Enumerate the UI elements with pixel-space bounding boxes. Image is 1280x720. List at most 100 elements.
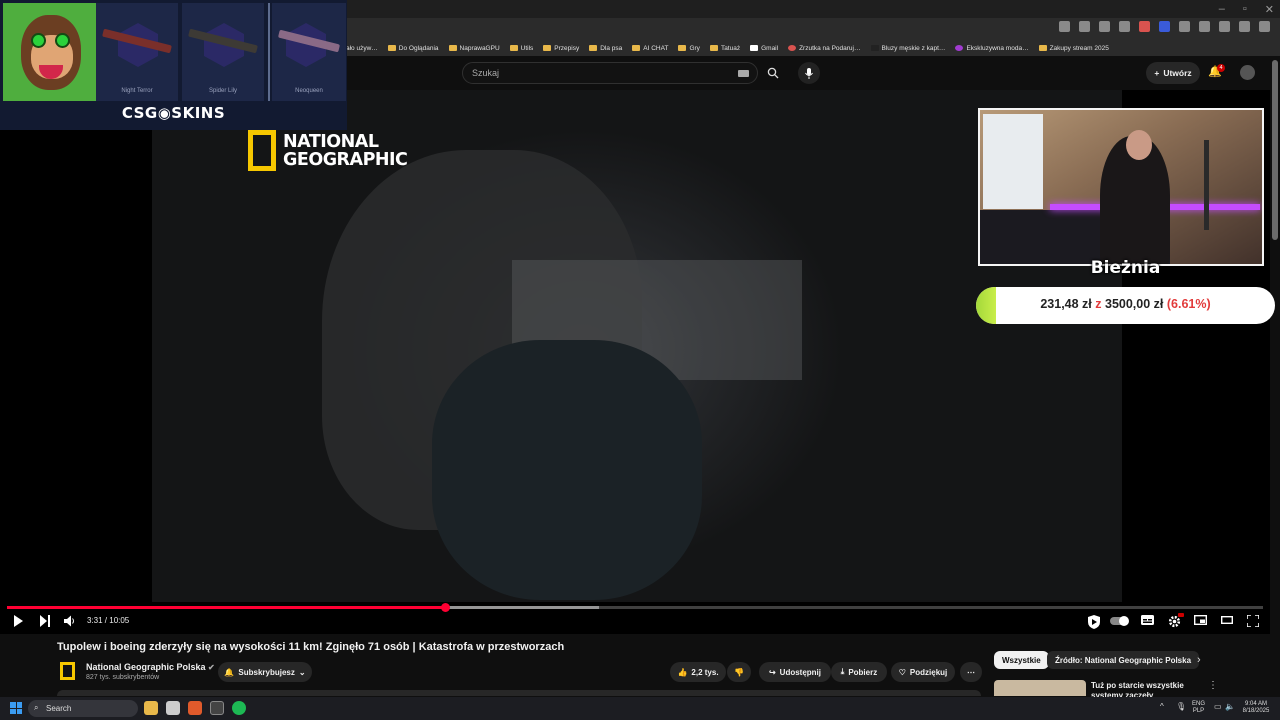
download-button[interactable]: ⤓ Pobierz xyxy=(831,662,887,682)
skin-card: Neoqueen xyxy=(272,3,346,101)
csgoskins-overlay: Night Terror Spider Lily Neoqueen CSG◉SK… xyxy=(0,0,347,130)
folder-icon xyxy=(543,45,552,51)
like-count: 2,2 tys. xyxy=(691,667,719,677)
bookmark-item[interactable]: Przepisy xyxy=(543,45,579,52)
bookmark-label: Zakupy stream 2025 xyxy=(1049,44,1109,52)
brave-browser-icon[interactable] xyxy=(188,701,202,715)
create-button[interactable]: + Utwórz xyxy=(1146,62,1200,84)
screenshot-icon[interactable] xyxy=(1059,21,1070,32)
bookmark-item[interactable]: Tatuaż xyxy=(709,45,740,52)
search-button[interactable] xyxy=(758,62,788,84)
media-icon[interactable] xyxy=(1239,21,1250,32)
menu-icon[interactable] xyxy=(1259,21,1270,32)
thanks-button[interactable]: ♡ Podziękuj xyxy=(891,662,955,682)
spotify-icon[interactable] xyxy=(232,701,246,715)
bookmark-item[interactable]: Zakupy stream 2025 xyxy=(1038,44,1109,52)
next-button[interactable] xyxy=(40,615,51,630)
recommended-thumbnail[interactable] xyxy=(994,680,1086,696)
thanks-label: Podziękuj xyxy=(909,667,948,677)
fullscreen-button[interactable] xyxy=(1246,614,1260,630)
search-input[interactable]: Szukaj xyxy=(462,62,758,84)
share-icon[interactable] xyxy=(1119,21,1130,32)
kebab-menu-icon[interactable]: ⋮ xyxy=(1208,680,1218,691)
bookmark-item[interactable]: Dla psa xyxy=(589,45,622,52)
subscribe-button[interactable]: 🔔 Subskrybujesz ⌄ xyxy=(218,662,312,682)
settings-button[interactable] xyxy=(1168,615,1181,631)
brave-shield-icon[interactable] xyxy=(1139,21,1150,32)
divider xyxy=(268,3,270,101)
windows-taskbar: ⌕ Search ^ 🎙 ENG PLP ▭ 🔈 9:04 AM 8/18/20… xyxy=(0,697,1280,720)
language-indicator[interactable]: ENG PLP xyxy=(1192,701,1205,715)
chip-label: Źródło: National Geographic Polska xyxy=(1055,655,1192,665)
network-icon[interactable]: ▭ xyxy=(1214,703,1222,711)
share-button[interactable]: ↪ Udostępnij xyxy=(759,662,831,682)
gmail-icon xyxy=(750,45,759,51)
microphone-icon xyxy=(805,67,813,79)
plus-icon: + xyxy=(1154,68,1160,78)
tray-overflow-icon[interactable]: ^ xyxy=(1160,703,1164,711)
wallet-icon[interactable] xyxy=(1219,21,1230,32)
close-window-button[interactable]: ✕ xyxy=(1265,3,1274,16)
bookmark-item[interactable]: Ekskluzywna moda… xyxy=(955,45,1029,52)
folder-icon xyxy=(509,45,518,51)
taskbar-search-label: Search xyxy=(46,704,72,713)
site-icon xyxy=(870,45,879,51)
bookmark-item[interactable]: Gmail xyxy=(750,45,778,52)
subtitles-button[interactable] xyxy=(1141,615,1154,628)
play-button[interactable] xyxy=(13,615,24,630)
bitwarden-icon[interactable] xyxy=(1159,21,1170,32)
volume-button[interactable] xyxy=(64,615,76,630)
player-controls: 3:31 / 10:05 xyxy=(0,610,1270,634)
theater-mode-button[interactable] xyxy=(1220,615,1234,627)
channel-avatar[interactable] xyxy=(60,662,75,680)
bookmark-item[interactable]: ało używ… xyxy=(346,45,378,52)
natgeo-line1: NATIONAL xyxy=(283,131,379,152)
like-button[interactable]: 👍 2,2 tys. xyxy=(670,662,726,682)
microphone-tray-icon[interactable]: 🎙 xyxy=(1176,703,1186,711)
bookmark-item[interactable]: NaprawaGPU xyxy=(448,45,500,52)
bookmark-item[interactable]: Do Oglądania xyxy=(387,45,439,52)
hd-badge xyxy=(1178,613,1184,617)
lang-line1: ENG xyxy=(1192,701,1206,707)
chevron-right-icon[interactable]: › xyxy=(1197,654,1201,666)
bookmark-item[interactable]: Utils xyxy=(509,45,533,52)
clock[interactable]: 9:04 AM 8/18/2025 xyxy=(1238,701,1274,715)
bookmark-item[interactable]: Zrzutka na Podaruj… xyxy=(788,45,861,52)
bookmark-item[interactable]: Bluzy męskie z kapt… xyxy=(870,44,946,52)
chip-source[interactable]: Źródło: National Geographic Polska xyxy=(1047,651,1200,669)
start-button[interactable] xyxy=(10,702,22,714)
user-avatar[interactable] xyxy=(1240,65,1255,80)
skip-next-icon xyxy=(40,615,50,627)
dislike-button[interactable]: 👎 xyxy=(727,662,751,682)
bookmark-label: Bluzy męskie z kapt… xyxy=(881,44,946,52)
translate-icon[interactable] xyxy=(1079,21,1090,32)
maximize-button[interactable]: ▫ xyxy=(1243,3,1247,16)
sponsorblock-button[interactable] xyxy=(1087,615,1101,632)
description-box[interactable] xyxy=(57,690,981,696)
store-icon[interactable] xyxy=(166,701,180,715)
autoplay-toggle[interactable] xyxy=(1110,616,1129,626)
obs-icon[interactable] xyxy=(210,701,224,715)
bookmark-item[interactable]: AI CHAT xyxy=(632,45,668,52)
minimize-button[interactable]: – xyxy=(1219,3,1225,16)
skin-card: Spider Lily xyxy=(182,3,264,101)
more-actions-button[interactable]: ⋯ xyxy=(960,662,982,682)
taskbar-search[interactable]: ⌕ Search xyxy=(28,700,138,717)
keyboard-icon[interactable] xyxy=(738,70,749,77)
speaker-icon[interactable]: 🔈 xyxy=(1225,703,1235,711)
extensions-icon[interactable] xyxy=(1179,21,1190,32)
channel-name[interactable]: National Geographic Polska ✔ xyxy=(86,662,215,672)
miniplayer-button[interactable] xyxy=(1193,614,1208,628)
video-scene xyxy=(432,340,702,600)
recommended-title[interactable]: Tuż po starcie wszystkie systemy zaczęły… xyxy=(1091,681,1191,697)
file-explorer-icon[interactable] xyxy=(144,701,158,715)
page-scrollbar[interactable] xyxy=(1272,60,1278,240)
chip-all[interactable]: Wszystkie xyxy=(994,651,1049,669)
share-label: Udostępnij xyxy=(779,667,822,677)
goal-target: 3500,00 zł xyxy=(1105,297,1164,311)
progress-bar[interactable] xyxy=(7,603,1263,612)
bookmark-item[interactable]: Gry xyxy=(678,45,700,52)
voice-search-button[interactable] xyxy=(798,62,820,84)
sidebar-icon[interactable] xyxy=(1199,21,1210,32)
zoom-icon[interactable] xyxy=(1099,21,1110,32)
